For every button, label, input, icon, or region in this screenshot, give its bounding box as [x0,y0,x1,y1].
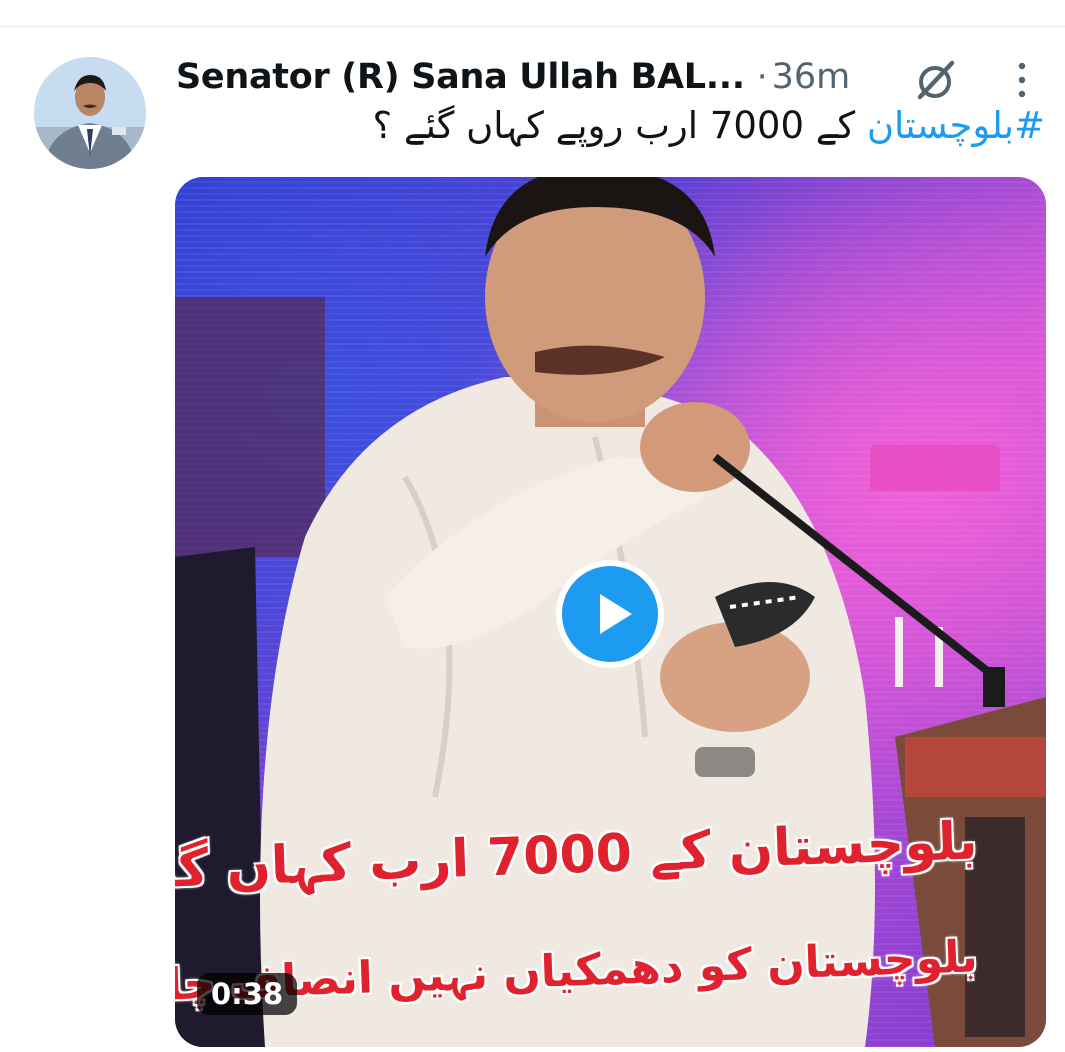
tweet-text-body: کے 7000 ارب روپے کہاں گئے ؟ [372,104,867,147]
tweet-text: #بلوچستان کے 7000 ارب روپے کہاں گئے ؟ [373,104,1046,158]
avatar-portrait [34,57,146,169]
hashtag-link[interactable]: #بلوچستان [867,104,1045,147]
video-player[interactable]: بلوچستان کے 7000 ارب کہاں گئے ؟ بلوچستان… [175,177,1046,1047]
video-duration-badge: 0:38 [197,973,298,1015]
top-divider [0,26,1065,27]
author-avatar[interactable] [34,57,146,169]
tweet-header: Senator (R) Sana Ullah BAL... · 36m [176,52,1056,102]
author-name[interactable]: Senator (R) Sana Ullah BAL... [176,57,745,97]
more-options-icon[interactable] [1002,58,1042,102]
grok-icon[interactable] [911,56,959,104]
separator-dot: · [756,57,768,97]
tweet-timestamp[interactable]: 36m [772,57,851,97]
play-icon [600,594,632,634]
play-button[interactable] [556,560,664,668]
